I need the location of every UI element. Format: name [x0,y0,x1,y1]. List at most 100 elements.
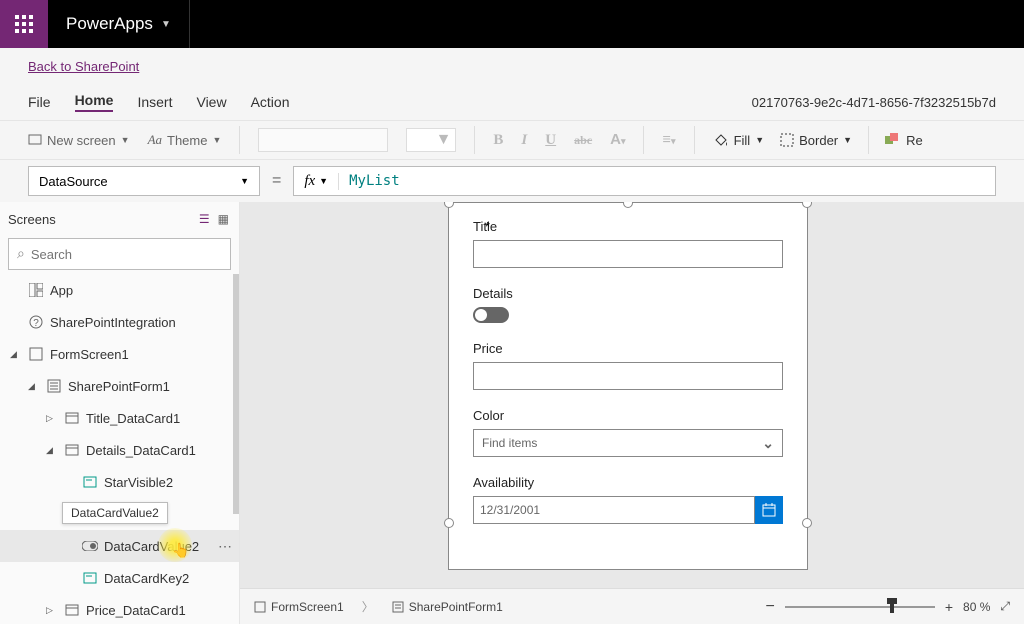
chevron-down-icon: ▼ [161,19,171,30]
tree-sharepoint-integration[interactable]: ? SharePointIntegration [0,306,239,338]
menu-bar: File Home Insert View Action 02170763-9e… [0,84,1024,120]
price-input[interactable] [473,362,783,390]
equals-sign: = [272,172,281,190]
form-body: * Title Details Price Color Find items [449,203,807,558]
resize-handle[interactable] [802,202,812,208]
search-box[interactable] [8,238,231,270]
grid-view-icon[interactable]: ▦ [218,212,229,226]
sharepoint-form[interactable]: * Title Details Price Color Find items [448,202,808,570]
resize-handle[interactable] [444,518,454,528]
border-icon [780,133,794,147]
back-row: Back to SharePoint [0,48,1024,84]
menu-insert[interactable]: Insert [137,94,172,110]
formula-input-container: fx ▼ MyList [293,166,996,196]
strikethrough-button: abc [574,133,592,148]
caret-down-icon[interactable]: ◢ [10,349,22,360]
availability-field: Availability 12/31/2001 [473,475,783,524]
canvas[interactable]: * Title Details Price Color Find items [240,202,1024,624]
reorder-button[interactable]: Re [885,133,923,148]
waffle-icon [15,15,33,33]
zoom-value: 80 % [963,600,990,614]
details-toggle[interactable] [473,307,509,323]
menu-home[interactable]: Home [75,92,114,112]
breadcrumb-separator: 〉 [362,598,374,615]
tree-sharepointform[interactable]: ◢ SharePointForm1 [0,370,239,402]
availability-input[interactable]: 12/31/2001 [473,496,755,524]
brand-label: PowerApps [66,14,153,34]
divider [189,0,190,48]
tree-price-datacard[interactable]: ▷ Price_DataCard1 [0,594,239,624]
breadcrumb-form[interactable]: SharePointForm1 [392,600,503,614]
formula-value[interactable]: MyList [339,173,410,189]
screens-panel-title: Screens [8,212,56,227]
chevron-down-icon: ⌄ [762,435,774,452]
tree-datacardkey[interactable]: DataCardKey2 [0,562,239,594]
menu-action[interactable]: Action [251,94,290,110]
brand-dropdown[interactable]: PowerApps ▼ [48,14,189,34]
main-area: Screens ☰ ▦ App ? SharePointIntegration … [0,202,1024,624]
caret-down-icon[interactable]: ◢ [28,381,40,392]
theme-button[interactable]: Aa Theme ▼ [148,132,222,148]
tree-datacardvalue[interactable]: DataCardValue2 ⋯ 👆 [0,530,239,562]
zoom-in-button[interactable]: + [945,599,953,615]
tree-price-dc-label: Price_DataCard1 [86,603,186,618]
breadcrumb-screen[interactable]: FormScreen1 [254,600,344,614]
align-button: ≡▾ [662,132,675,149]
caret-right-icon[interactable]: ▷ [46,605,58,616]
color-dropdown[interactable]: Find items ⌄ [473,429,783,457]
menu-view[interactable]: View [196,94,226,110]
tree-details-dc-label: Details_DataCard1 [86,443,196,458]
fullscreen-button[interactable]: ⤢ [1000,599,1010,614]
toggle-icon [82,538,98,554]
color-placeholder: Find items [482,436,537,450]
zoom-slider[interactable] [785,606,935,608]
new-screen-button[interactable]: New screen ▼ [28,133,130,148]
divider [694,126,695,154]
tree-title-datacard[interactable]: ▷ Title_DataCard1 [0,402,239,434]
datacard-icon [64,602,80,618]
border-button[interactable]: Border ▼ [780,133,852,148]
font-family-dropdown [258,128,388,152]
fill-icon [713,132,729,148]
bold-button: B [493,132,503,149]
fill-button[interactable]: Fill ▼ [713,132,765,148]
menu-file[interactable]: File [28,94,51,110]
waffle-button[interactable] [0,0,48,48]
fx-label[interactable]: fx ▼ [294,173,339,190]
more-button[interactable]: ⋯ [218,538,233,555]
chevron-down-icon: ▼ [843,135,852,145]
tree-formscreen-label: FormScreen1 [50,347,129,362]
tree-app[interactable]: App [0,274,239,306]
calendar-button[interactable] [755,496,783,524]
label-icon [82,474,98,490]
fill-label: Fill [734,133,751,148]
resize-handle[interactable] [802,518,812,528]
details-label: Details [473,286,783,301]
app-icon [28,282,44,298]
title-input[interactable] [473,240,783,268]
property-dropdown[interactable]: DataSource ▼ [28,166,260,196]
screen-icon [28,133,42,147]
caret-down-icon[interactable]: ◢ [46,445,58,456]
reorder-label: Re [906,133,923,148]
search-input[interactable] [31,247,222,262]
tree-errormessage[interactable]: Error DataCardValue2 [0,498,239,530]
font-color-button: A▾ [610,131,625,149]
calendar-icon [762,503,776,517]
chevron-down-icon: ▼ [212,135,221,145]
tree-starvisible[interactable]: StarVisible2 [0,466,239,498]
back-to-sharepoint-link[interactable]: Back to SharePoint [28,59,139,74]
zoom-out-button[interactable]: − [766,598,775,616]
list-view-icon[interactable]: ☰ [199,212,210,226]
tree-details-datacard[interactable]: ◢ Details_DataCard1 [0,434,239,466]
zoom-thumb[interactable] [890,601,894,613]
chevron-down-icon: ▼ [240,176,249,186]
document-name: 02170763-9e2c-4d71-8656-7f3232515b7d [752,95,996,110]
color-label: Color [473,408,783,423]
color-field: Color Find items ⌄ [473,408,783,457]
title-field: * Title [473,219,783,268]
caret-right-icon[interactable]: ▷ [46,413,58,424]
availability-label: Availability [473,475,783,490]
tree-star-label: StarVisible2 [104,475,173,490]
tree-formscreen[interactable]: ◢ FormScreen1 [0,338,239,370]
